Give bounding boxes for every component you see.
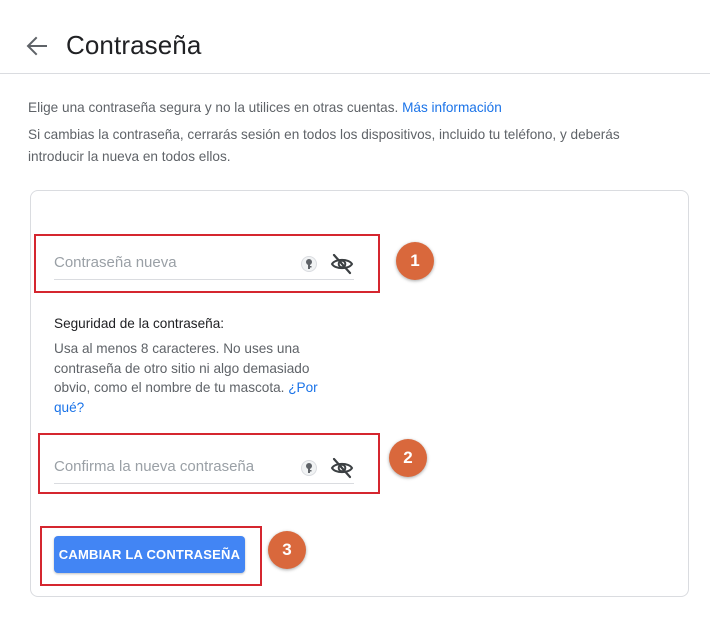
step-badge-3: 3 <box>268 531 306 569</box>
strength-text-block: Usa al menos 8 caracteres. No uses una c… <box>54 339 344 417</box>
intro-line: Elige una contraseña segura y no la util… <box>28 97 668 119</box>
highlight-box-2 <box>38 433 380 494</box>
page-title: Contraseña <box>66 30 202 60</box>
back-arrow-icon[interactable] <box>26 36 48 56</box>
strength-title: Seguridad de la contraseña: <box>54 316 225 331</box>
step-badge-2: 2 <box>389 439 427 477</box>
highlight-box-1 <box>34 234 380 293</box>
intro-warning: Si cambias la contraseña, cerrarás sesió… <box>28 127 620 164</box>
learn-more-link[interactable]: Más información <box>402 100 502 115</box>
highlight-box-3 <box>40 526 262 586</box>
step-badge-1: 1 <box>396 242 434 280</box>
intro-text: Elige una contraseña segura y no la util… <box>28 100 399 115</box>
strength-text: Usa al menos 8 caracteres. No uses una c… <box>54 341 310 395</box>
